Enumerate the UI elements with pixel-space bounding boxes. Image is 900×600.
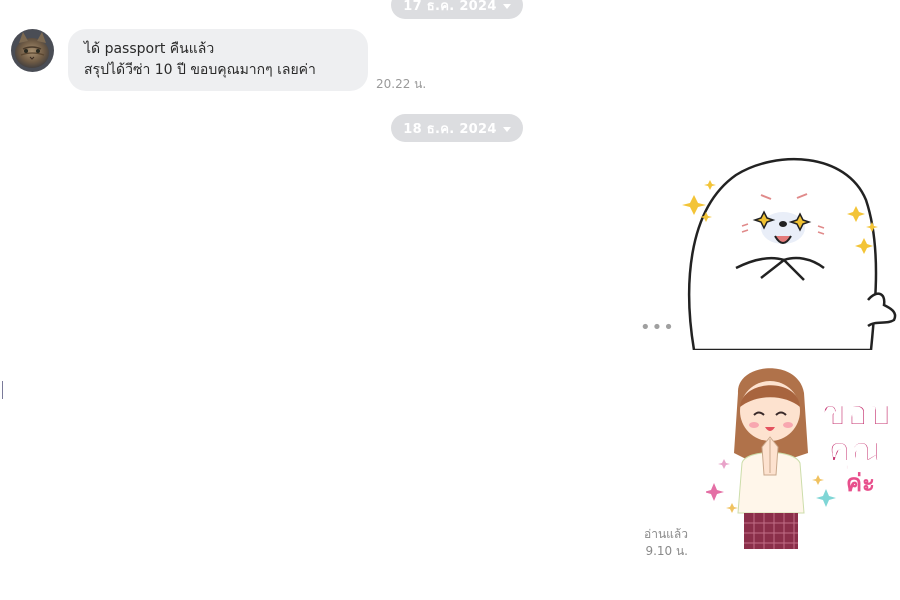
girl-thanks-sticker[interactable]: ขอบ คุณ ค่ะ xyxy=(704,363,900,555)
date-divider-pill[interactable]: 18 ธ.ค. 2024 xyxy=(391,114,523,142)
sticker-text: คุณ xyxy=(828,430,882,471)
message-line: ได้ passport คืนแล้ว xyxy=(84,41,215,57)
read-time: 9.10 น. xyxy=(645,544,688,558)
read-label: อ่านแล้ว xyxy=(644,527,688,541)
caret-down-icon xyxy=(502,126,511,132)
sticker-text: ขอบ xyxy=(822,393,891,434)
message-line: สรุปได้วีซ่า 10 ปี ขอบคุณมากๆ เลยค่า xyxy=(84,62,316,78)
read-receipt: อ่านแล้ว 9.10 น. xyxy=(640,526,688,560)
seal-sticker-image xyxy=(682,157,897,352)
avatar[interactable] xyxy=(11,29,54,72)
date-divider-pill[interactable]: 17 ธ.ค. 2024 xyxy=(391,0,523,19)
sticker-text: ค่ะ xyxy=(846,469,875,497)
date-label: 18 ธ.ค. 2024 xyxy=(403,121,497,137)
text-cursor xyxy=(2,381,3,399)
more-options-icon[interactable]: ••• xyxy=(640,319,675,337)
cat-avatar-icon xyxy=(11,29,54,72)
incoming-message-bubble[interactable]: ได้ passport คืนแล้ว สรุปได้วีซ่า 10 ปี … xyxy=(68,29,368,91)
caret-down-icon xyxy=(502,3,511,9)
date-label: 17 ธ.ค. 2024 xyxy=(403,0,497,14)
seal-thanks-sticker[interactable] xyxy=(676,150,900,352)
message-timestamp: 20.22 น. xyxy=(376,77,427,91)
girl-sticker-image: ขอบ คุณ ค่ะ xyxy=(704,368,892,549)
